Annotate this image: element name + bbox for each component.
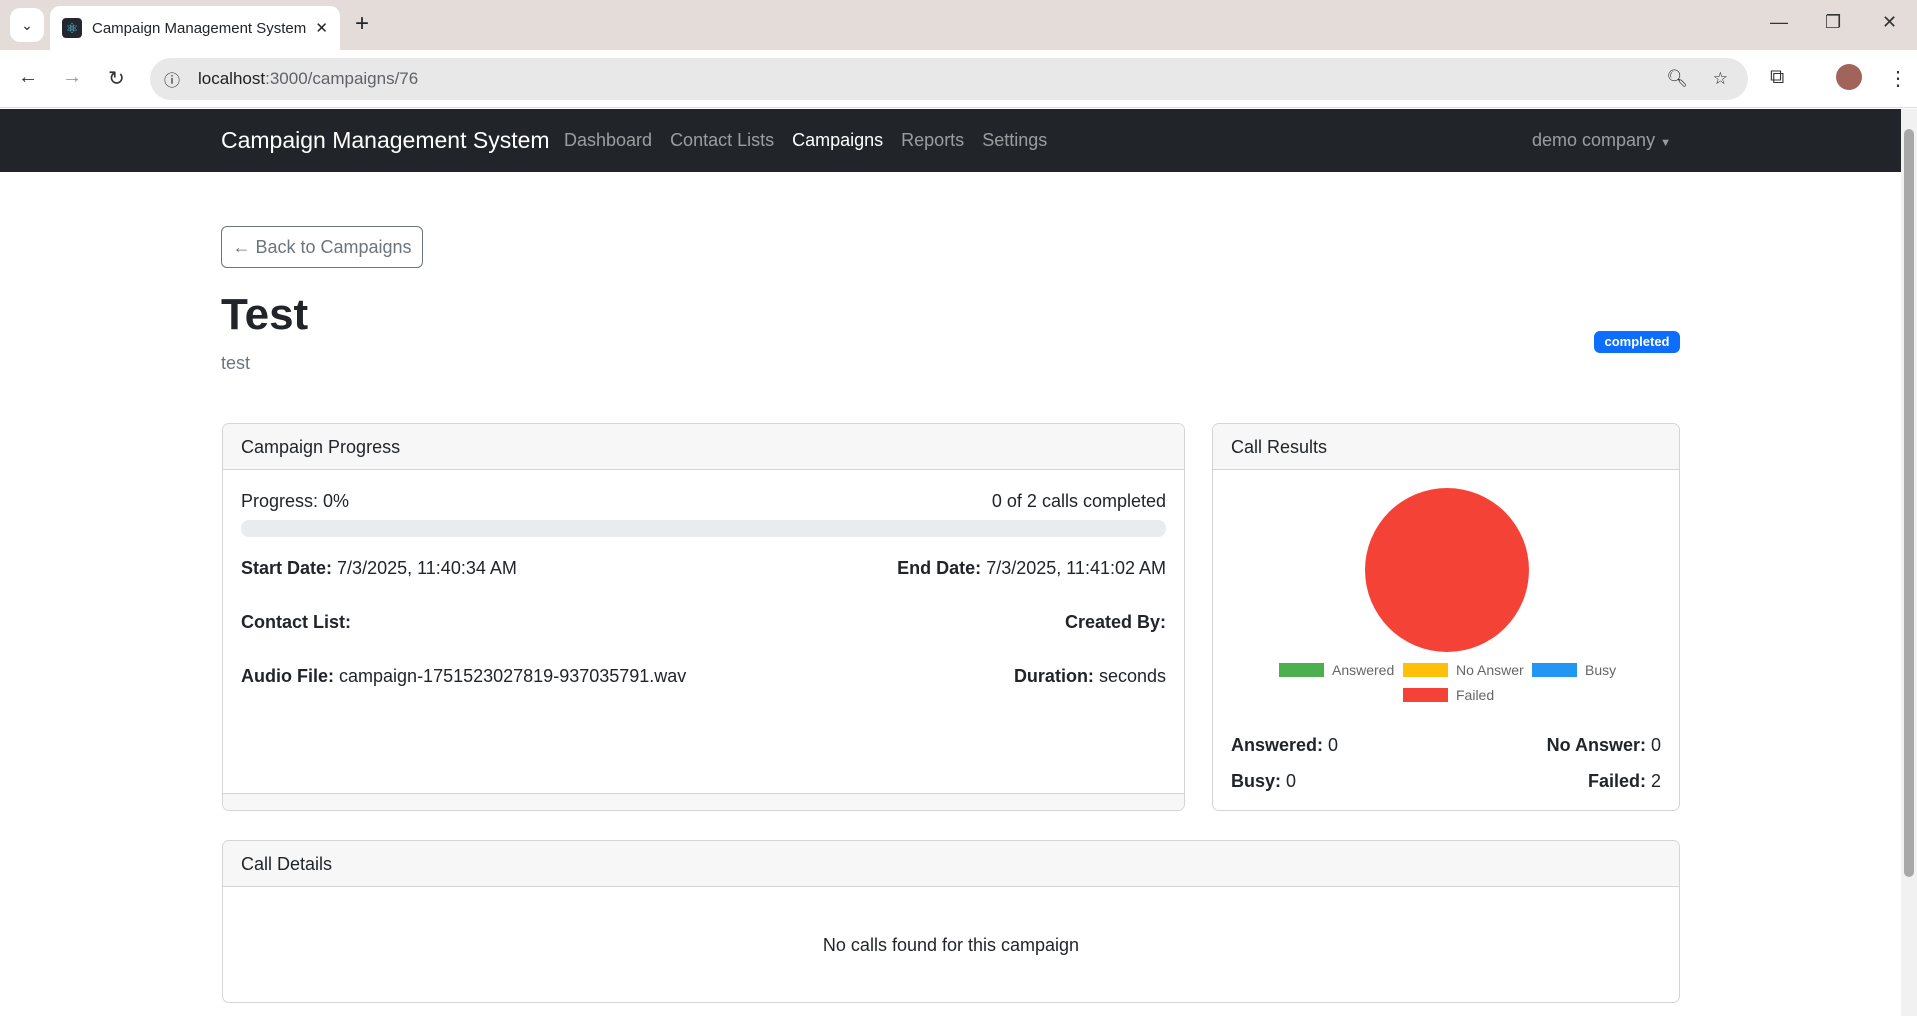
start-date-value: 7/3/2025, 11:40:34 AM [337, 558, 517, 578]
created-by-label: Created By: [1064, 612, 1166, 632]
answered-count: 0 [1328, 735, 1339, 755]
close-window-button[interactable]: ✕ [1882, 12, 1897, 33]
profile-avatar[interactable] [1836, 64, 1862, 90]
menu-icon[interactable]: ⋮ [1888, 66, 1908, 91]
legend-swatch [1403, 663, 1448, 677]
contact-list-label: Contact List: [241, 612, 351, 632]
nav-settings[interactable]: Settings [982, 130, 1047, 151]
busy-count: 0 [1286, 771, 1297, 791]
extensions-icon[interactable]: ⧉ [1770, 66, 1784, 89]
nav-dashboard[interactable]: Dashboard [564, 130, 652, 151]
legend-no-answer[interactable]: No Answer [1403, 662, 1524, 678]
minimize-button[interactable]: — [1770, 12, 1788, 33]
calls-completed: 0 of 2 calls completed [991, 491, 1166, 511]
end-date-label: End Date: [897, 558, 982, 578]
zoom-icon[interactable]: 🔍︎ [1666, 69, 1688, 89]
address-bar-row: ← → ↻ ⓘ localhost:3000/campaigns/76 🔍︎ ☆… [0, 50, 1917, 108]
legend-label: No Answer [1456, 662, 1524, 678]
progress-bar [241, 520, 1166, 537]
brand[interactable]: Campaign Management System [221, 127, 550, 154]
call-results-card: Call Results Answered No Answer Busy Fai… [1212, 423, 1680, 811]
audio-file-label: Audio File: [241, 666, 334, 686]
no-answer-count: 0 [1650, 735, 1661, 755]
failed-label: Failed: [1587, 771, 1646, 791]
page-title: Test [221, 290, 309, 339]
legend-label: Answered [1332, 662, 1395, 678]
url-input[interactable]: ⓘ localhost:3000/campaigns/76 🔍︎ ☆ [150, 58, 1748, 100]
company-name: demo company [1532, 130, 1656, 150]
answered-label: Answered: [1231, 735, 1324, 755]
card-footer [223, 793, 1184, 810]
legend-answered[interactable]: Answered [1279, 662, 1394, 678]
status-badge: completed [1594, 331, 1680, 353]
card-title: Campaign Progress [223, 424, 1184, 470]
legend-failed[interactable]: Failed [1403, 687, 1494, 703]
react-icon: ⚛ [62, 18, 82, 38]
scrollbar[interactable] [1901, 109, 1917, 1016]
scrollbar-thumb[interactable] [1904, 129, 1914, 877]
navbar: Campaign Management System Dashboard Con… [0, 109, 1901, 172]
campaign-description: test [221, 353, 251, 373]
legend-label: Busy [1585, 662, 1617, 678]
back-icon[interactable]: ← [18, 66, 38, 89]
url-host: localhost [198, 69, 266, 88]
bookmark-star-icon[interactable]: ☆ [1713, 69, 1728, 89]
legend-swatch [1403, 688, 1448, 702]
restore-button[interactable]: ❐ [1825, 12, 1841, 33]
pie-slice-failed[interactable] [1365, 488, 1529, 652]
empty-message: No calls found for this campaign [822, 935, 1080, 955]
browser-tab[interactable]: ⚛ Campaign Management System ✕ [50, 6, 340, 50]
tab-search-button[interactable]: ⌄ [10, 8, 44, 42]
card-title: Call Results [1213, 424, 1679, 470]
duration-value: seconds [1098, 666, 1166, 686]
campaign-progress-card: Campaign Progress Progress: 0% 0 of 2 cal… [222, 423, 1185, 811]
legend-swatch [1532, 663, 1577, 677]
close-tab-icon[interactable]: ✕ [315, 19, 328, 37]
nav-contact-lists[interactable]: Contact Lists [670, 130, 774, 151]
no-answer-label: No Answer: [1546, 735, 1646, 755]
new-tab-button[interactable]: + [355, 10, 369, 38]
tab-title: Campaign Management System [92, 19, 307, 37]
nav-reports[interactable]: Reports [901, 130, 964, 151]
pie-chart [1365, 488, 1529, 652]
failed-count: 2 [1650, 771, 1661, 791]
legend-label: Failed [1456, 687, 1495, 703]
forward-icon[interactable]: → [62, 66, 82, 89]
tab-bar: ⌄ ⚛ Campaign Management System ✕ + — ❐ ✕ [0, 0, 1917, 50]
start-date-label: Start Date: [241, 558, 333, 578]
nav-campaigns[interactable]: Campaigns [792, 130, 883, 151]
caret-down-icon: ▼ [1660, 137, 1671, 149]
url-path: :3000/campaigns/76 [265, 69, 419, 88]
audio-file-value: campaign-1751523027819-937035791.wav [339, 666, 687, 686]
legend-busy[interactable]: Busy [1532, 662, 1616, 678]
company-dropdown[interactable]: demo company ▼ [1532, 130, 1671, 151]
busy-label: Busy: [1231, 771, 1282, 791]
back-to-campaigns-button[interactable]: ← Back to Campaigns [221, 226, 423, 268]
call-details-card: Call Details No calls found for this cam… [222, 840, 1680, 1003]
progress-label: Progress: 0% [241, 491, 350, 511]
reload-icon[interactable]: ↻ [108, 66, 125, 91]
end-date-value: 7/3/2025, 11:41:02 AM [986, 558, 1166, 578]
site-info-icon[interactable]: ⓘ [164, 67, 180, 91]
duration-label: Duration: [1013, 666, 1094, 686]
legend-swatch [1279, 663, 1324, 677]
card-title: Call Details [223, 841, 1679, 887]
